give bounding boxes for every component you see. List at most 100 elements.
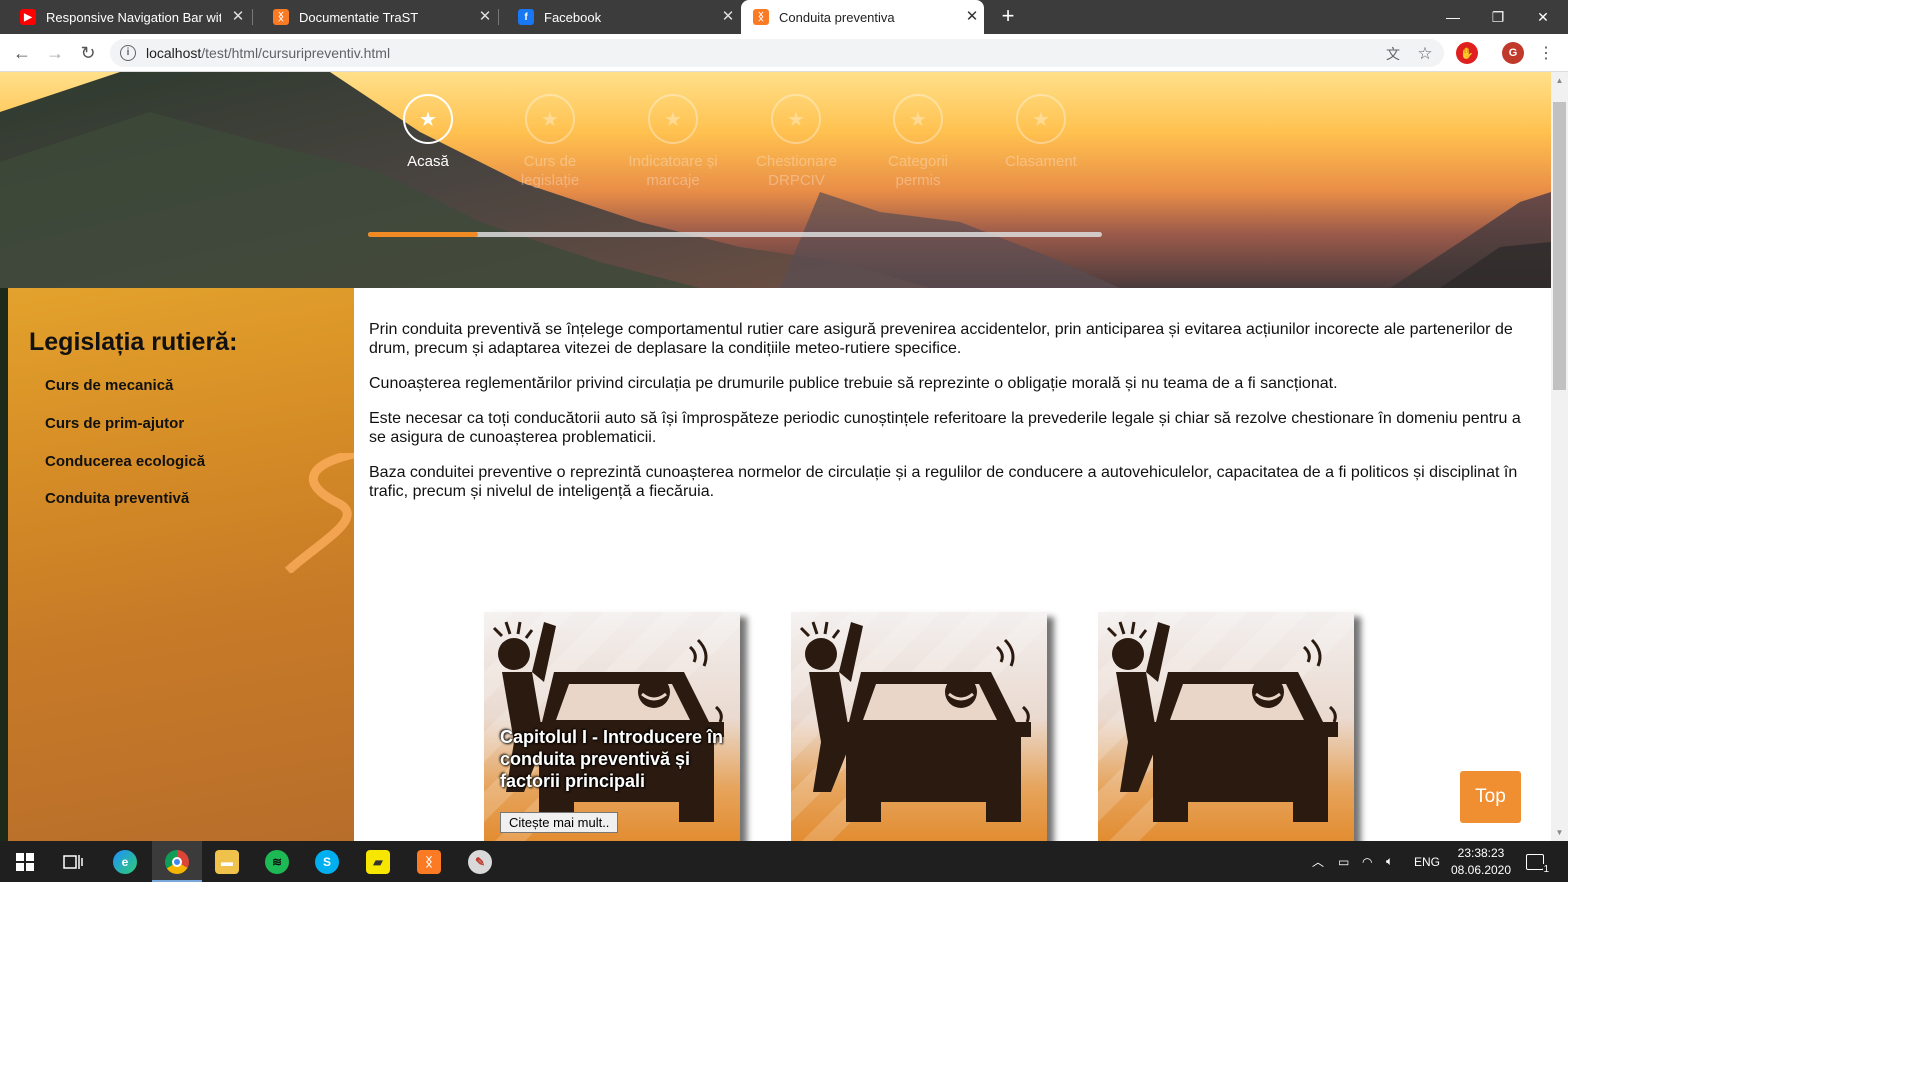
sidebar-link-prim-ajutor[interactable]: Curs de prim-ajutor xyxy=(45,415,184,432)
nav-item-indicatoare[interactable]: ★ Indicatoare și marcaje xyxy=(618,94,728,190)
notifications-button[interactable]: 1 xyxy=(1526,841,1549,882)
taskbar-app-paint[interactable]: ✎ xyxy=(455,841,505,882)
xampp-icon: ᛝ xyxy=(417,849,441,874)
tab-documentatie[interactable]: ᛝ Documentatie TraST ✕ xyxy=(253,0,497,34)
forward-button[interactable]: → xyxy=(43,41,67,65)
accident-illustration-icon xyxy=(1098,612,1354,841)
sticky-notes-icon: ▰ xyxy=(366,849,390,874)
paragraph: Baza conduitei preventive o reprezintă c… xyxy=(369,464,1518,500)
paint-icon: ✎ xyxy=(468,849,492,874)
url-path: /test/html/cursuripreventiv.html xyxy=(201,45,391,61)
minimize-button[interactable]: — xyxy=(1430,0,1476,34)
reload-button[interactable]: ↻ xyxy=(76,41,100,65)
scrollbar-thumb[interactable] xyxy=(1553,102,1566,390)
taskbar-app-sticky-notes[interactable]: ▰ xyxy=(353,841,403,882)
chapter-card[interactable] xyxy=(791,612,1047,841)
close-window-button[interactable]: ✕ xyxy=(1520,0,1566,34)
tab-youtube[interactable]: ▶ Responsive Navigation Bar with I ✕ xyxy=(0,0,250,34)
notification-count: 1 xyxy=(1543,863,1549,875)
nav-item-categorii-permis[interactable]: ★ Categorii permis xyxy=(863,94,973,190)
taskbar-app-xampp[interactable]: ᛝ xyxy=(404,841,454,882)
profile-avatar[interactable]: G xyxy=(1502,42,1524,64)
close-tab-icon[interactable]: ✕ xyxy=(964,9,980,25)
chrome-icon xyxy=(165,849,189,874)
star-icon: ★ xyxy=(1016,94,1066,144)
sidebar-title: Legislația rutieră: xyxy=(29,328,238,356)
nav-item-curs-legislatie[interactable]: ★ Curs de legislație xyxy=(495,94,605,190)
card-title: Capitolul I - Introducere în conduita pr… xyxy=(500,727,724,791)
start-button[interactable] xyxy=(0,841,50,882)
nav-progress-bar xyxy=(368,232,1102,237)
tab-title: Conduita preventiva xyxy=(779,9,895,25)
tab-title: Documentatie TraST xyxy=(299,9,419,25)
address-bar[interactable]: i localhost/test/html/cursuripreventiv.h… xyxy=(110,39,1444,67)
task-view-button[interactable] xyxy=(48,841,98,882)
nav-item-chestionare[interactable]: ★ Chestionare DRPCIV xyxy=(741,94,851,190)
star-icon: ★ xyxy=(403,94,453,144)
sidebar-link-mecanica[interactable]: Curs de mecanică xyxy=(45,377,173,394)
clock-date: 08.06.2020 xyxy=(1450,863,1512,877)
taskbar-app-explorer[interactable]: ▬ xyxy=(202,841,252,882)
paragraph: Cunoașterea reglementărilor privind circ… xyxy=(369,375,1338,392)
new-tab-button[interactable]: + xyxy=(996,5,1020,29)
close-tab-icon[interactable]: ✕ xyxy=(720,9,736,25)
sidebar-link-conducerea-ecologica[interactable]: Conducerea ecologică xyxy=(45,453,205,470)
taskbar-app-edge[interactable]: e xyxy=(100,841,150,882)
browser-tab-bar: ▶ Responsive Navigation Bar with I ✕ ᛝ D… xyxy=(0,0,1568,34)
skype-icon: S xyxy=(315,849,339,874)
nav-item-acasa[interactable]: ★ Acasă xyxy=(373,94,483,171)
info-icon[interactable]: i xyxy=(120,45,136,61)
tray-chevron-icon[interactable]: ︿ xyxy=(1312,841,1324,882)
chapter-card[interactable] xyxy=(1098,612,1354,841)
scroll-up-arrow-icon[interactable]: ▲ xyxy=(1551,72,1568,89)
nav-item-clasament[interactable]: ★ Clasament xyxy=(986,94,1096,171)
taskbar-app-spotify[interactable]: ≋ xyxy=(252,841,302,882)
nav-label: Categorii permis xyxy=(887,153,949,189)
system-clock[interactable]: 23:38:23 08.06.2020 xyxy=(1446,845,1516,879)
star-icon: ★ xyxy=(525,94,575,144)
wifi-icon[interactable]: ◠ xyxy=(1362,841,1372,882)
url-text: localhost/test/html/cursuripreventiv.htm… xyxy=(146,45,390,61)
restore-button[interactable]: ❐ xyxy=(1475,0,1521,34)
close-tab-icon[interactable]: ✕ xyxy=(477,9,493,25)
bookmark-star-icon[interactable]: ☆ xyxy=(1416,45,1434,63)
back-button[interactable]: ← xyxy=(10,41,34,65)
nav-label: Indicatoare și marcaje xyxy=(628,153,718,189)
hero-banner: ★ Acasă ★ Curs de legislație ★ Indicatoa… xyxy=(0,72,1551,288)
volume-icon[interactable]: 🔈︎ xyxy=(1386,841,1393,882)
read-more-button[interactable]: Citește mai mult.. xyxy=(500,812,619,833)
scroll-down-arrow-icon[interactable]: ▼ xyxy=(1551,824,1568,841)
page-scrollbar[interactable]: ▲ ▼ xyxy=(1551,72,1568,841)
browser-toolbar: ← → ↻ i localhost/test/html/cursuripreve… xyxy=(0,34,1568,72)
scroll-top-button[interactable]: Top xyxy=(1460,771,1521,823)
star-icon: ★ xyxy=(771,94,821,144)
folder-icon: ▬ xyxy=(215,849,239,874)
page-viewport: ★ Acasă ★ Curs de legislație ★ Indicatoa… xyxy=(0,72,1568,841)
nav-label: Clasament xyxy=(1005,153,1077,170)
spotify-icon: ≋ xyxy=(265,849,289,874)
nav-label: Chestionare DRPCIV xyxy=(756,153,837,189)
clock-time: 23:38:23 xyxy=(1457,846,1505,860)
accident-illustration-icon xyxy=(791,612,1047,841)
adblock-extension-icon[interactable]: ✋ xyxy=(1456,42,1478,64)
language-indicator[interactable]: ENG xyxy=(1414,841,1440,882)
menu-dots-icon[interactable]: ⋮ xyxy=(1534,41,1558,65)
taskbar-app-skype[interactable]: S xyxy=(302,841,352,882)
star-icon: ★ xyxy=(893,94,943,144)
tab-conduita-preventiva[interactable]: ᛝ Conduita preventiva ✕ xyxy=(741,0,984,34)
main-content: Prin conduita preventivă se înțelege com… xyxy=(354,288,1551,841)
nav-label: Acasă xyxy=(407,153,449,170)
paragraph: Este necesar ca toți conducătorii auto s… xyxy=(369,410,1521,446)
tab-facebook[interactable]: f Facebook ✕ xyxy=(498,0,740,34)
sidebar-link-conduita-preventiva[interactable]: Conduita preventivă xyxy=(45,490,189,507)
battery-icon[interactable]: ▭ xyxy=(1338,841,1349,882)
tab-title: Facebook xyxy=(544,9,602,25)
close-tab-icon[interactable]: ✕ xyxy=(230,9,246,25)
facebook-icon: f xyxy=(518,9,534,25)
translate-icon[interactable]: 文 xyxy=(1384,45,1402,63)
profile-initial: G xyxy=(1508,47,1518,59)
star-icon: ★ xyxy=(648,94,698,144)
chapter-card[interactable]: Capitolul I - Introducere în conduita pr… xyxy=(484,612,740,841)
tab-title: Responsive Navigation Bar with I xyxy=(46,9,221,25)
taskbar-app-chrome[interactable] xyxy=(152,841,202,882)
